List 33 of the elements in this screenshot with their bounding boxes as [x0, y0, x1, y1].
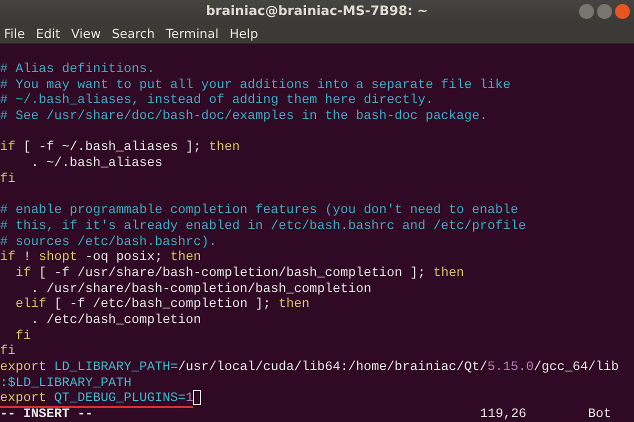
- maximize-button[interactable]: [597, 4, 612, 19]
- code-line: fi: [15, 328, 31, 344]
- code-line: if ! shopt -oq posix; then: [0, 249, 202, 265]
- close-button[interactable]: [615, 4, 630, 19]
- scroll-position: Bot: [588, 406, 612, 422]
- code-line: elif [ -f /etc/bash_completion ]; then: [14, 296, 310, 312]
- code-line: fi: [0, 170, 16, 187]
- code-line: export LD_LIBRARY_PATH=/usr/local/cuda/lib64:/home/brainiac/Qt/5.15.0/gcc_64/lib: [0, 359, 619, 375]
- code-line: # enable programmable completion features (you don't need to enable: [0, 202, 518, 218]
- menu-item[interactable]: Help: [230, 24, 258, 43]
- menu-item[interactable]: Search: [112, 24, 155, 43]
- cursor-position: 119,26: [480, 406, 526, 422]
- menu-item[interactable]: Edit: [36, 24, 60, 43]
- code-line: fi: [0, 343, 16, 360]
- code-line: . /etc/bash_completion: [30, 312, 202, 328]
- menu-item[interactable]: View: [71, 24, 101, 43]
- code-line: :$LD_LIBRARY_PATH: [0, 374, 132, 390]
- window-title: brainiac@brainiac-MS-7B98: ~: [206, 3, 428, 22]
- minimize-button[interactable]: [579, 4, 594, 19]
- menu-item[interactable]: File: [4, 24, 25, 43]
- code-line: # You may want to put all your additions into a separate file like: [0, 76, 511, 92]
- code-line: # sources /etc/bash.bashrc).: [0, 234, 217, 250]
- code-line: # Alias definitions.: [0, 61, 155, 77]
- code-line: # ~/.bash_aliases, instead of adding them here directly.: [0, 92, 434, 108]
- code-line: if [ -f ~/.bash_aliases ]; then: [0, 139, 240, 156]
- code-line: export QT_DEBUG_PLUGINS=1: [0, 390, 194, 408]
- code-line: . /usr/share/bash-completion/bash_completion: [30, 280, 372, 296]
- code-line: if [ -f /usr/share/bash-completion/bash_completion ]; then: [14, 264, 464, 281]
- mode-indicator: -- INSERT --: [0, 406, 93, 422]
- code-line: # this, if it's already enabled in /etc/bash.bashrc and /etc/profile: [0, 218, 526, 234]
- menu-item[interactable]: Terminal: [166, 24, 219, 43]
- code-line: # See /usr/share/doc/bash-doc/examples in the bash-doc package.: [0, 108, 488, 124]
- code-line: . ~/.bash_aliases: [30, 155, 162, 171]
